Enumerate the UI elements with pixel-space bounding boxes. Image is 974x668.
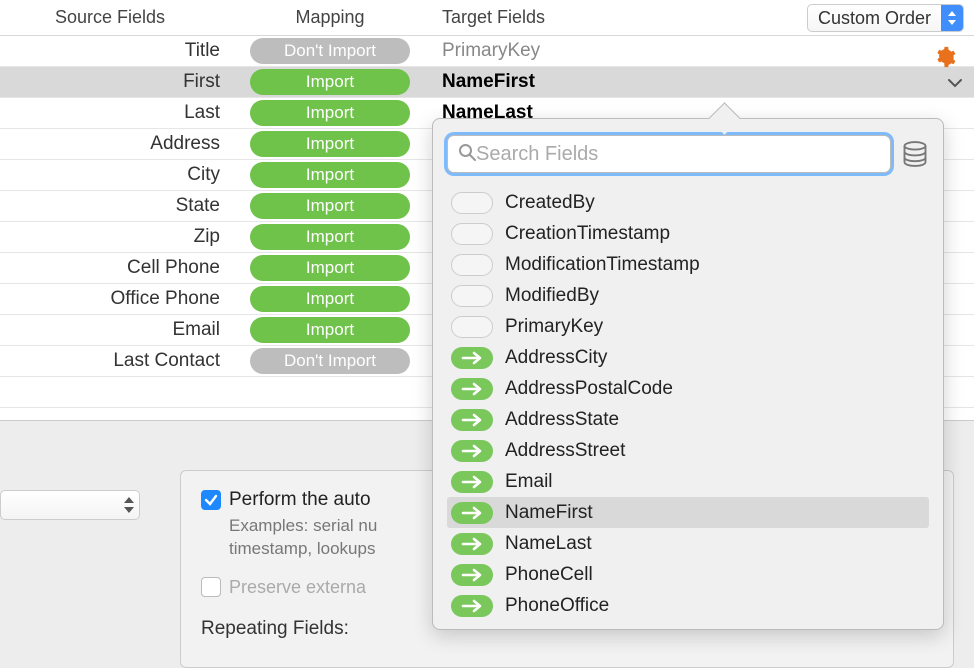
source-field-label: Last Contact [0, 350, 230, 372]
search-fields-box[interactable] [447, 135, 891, 173]
dont-import-pill[interactable]: Don't Import [250, 38, 410, 64]
auto-enter-checkbox[interactable] [201, 490, 221, 510]
field-list-item[interactable]: AddressCity [447, 342, 929, 373]
field-item-label: PhoneOffice [505, 595, 609, 617]
import-pill[interactable]: Import [250, 224, 410, 250]
unmapped-pill-icon [451, 192, 493, 214]
preserve-external-label: Preserve externa [229, 577, 366, 598]
field-item-label: PhoneCell [505, 564, 593, 586]
target-field-popover: CreatedBy CreationTimestamp ModificationTi… [432, 118, 944, 630]
mapped-arrow-icon [451, 347, 493, 369]
field-item-label: AddressPostalCode [505, 378, 673, 400]
unmapped-pill-icon [451, 316, 493, 338]
left-dropdown[interactable] [0, 490, 140, 520]
field-item-label: PrimaryKey [505, 316, 603, 338]
mapping-row[interactable]: Title Don't Import PrimaryKey [0, 36, 974, 67]
source-field-label: Address [0, 133, 230, 155]
field-item-label: CreatedBy [505, 192, 595, 214]
field-list-item[interactable]: PhoneOffice [447, 590, 929, 621]
field-item-label: ModificationTimestamp [505, 254, 700, 276]
field-list-item[interactable]: AddressState [447, 404, 929, 435]
import-pill[interactable]: Import [250, 162, 410, 188]
source-field-label: First [0, 71, 230, 93]
source-field-label: City [0, 164, 230, 186]
chevron-down-icon [948, 72, 962, 93]
unmapped-pill-icon [451, 285, 493, 307]
search-input[interactable] [476, 143, 880, 166]
field-list-item[interactable]: ModificationTimestamp [447, 249, 929, 280]
header-mapping: Mapping [230, 7, 430, 28]
mapped-arrow-icon [451, 409, 493, 431]
field-list-item[interactable]: NameLast [447, 528, 929, 559]
source-field-label: Cell Phone [0, 257, 230, 279]
target-field-label: NameFirst [442, 71, 535, 93]
field-item-label: Email [505, 471, 553, 493]
import-pill[interactable]: Import [250, 317, 410, 343]
field-list-item[interactable]: PrimaryKey [447, 311, 929, 342]
mapped-arrow-icon [451, 471, 493, 493]
field-list-item[interactable]: PhoneCell [447, 559, 929, 590]
mapped-arrow-icon [451, 502, 493, 524]
field-list-item[interactable]: CreatedBy [447, 187, 929, 218]
mapped-arrow-icon [451, 378, 493, 400]
source-field-label: Office Phone [0, 288, 230, 310]
field-list-item[interactable]: CreationTimestamp [447, 218, 929, 249]
repeating-fields-label: Repeating Fields: [201, 618, 349, 640]
mapped-arrow-icon [451, 440, 493, 462]
field-item-label: ModifiedBy [505, 285, 599, 307]
mapped-arrow-icon [451, 595, 493, 617]
order-select[interactable]: Custom Order [807, 4, 964, 32]
field-item-label: AddressCity [505, 347, 607, 369]
auto-enter-label: Perform the auto [229, 489, 371, 511]
source-field-label: Title [0, 40, 230, 62]
gear-icon[interactable] [934, 46, 956, 68]
target-field-label: PrimaryKey [442, 40, 540, 62]
import-pill[interactable]: Import [250, 255, 410, 281]
import-pill[interactable]: Import [250, 69, 410, 95]
field-list-item[interactable]: AddressStreet [447, 435, 929, 466]
field-list-item[interactable]: ModifiedBy [447, 280, 929, 311]
field-list-item[interactable]: AddressPostalCode [447, 373, 929, 404]
mapped-arrow-icon [451, 564, 493, 586]
field-item-label: NameFirst [505, 502, 593, 524]
field-item-label: NameLast [505, 533, 592, 555]
mapped-arrow-icon [451, 533, 493, 555]
import-pill[interactable]: Import [250, 100, 410, 126]
source-field-label: Zip [0, 226, 230, 248]
source-field-label: Last [0, 102, 230, 124]
field-list-item[interactable]: Email [447, 466, 929, 497]
combobox-arrows-icon [941, 5, 963, 31]
field-item-label: AddressStreet [505, 440, 625, 462]
database-icon[interactable] [901, 140, 929, 168]
source-field-label: State [0, 195, 230, 217]
source-field-label: Email [0, 319, 230, 341]
mapping-row[interactable]: First Import NameFirst [0, 67, 974, 98]
dont-import-pill[interactable]: Don't Import [250, 348, 410, 374]
order-select-label: Custom Order [808, 6, 941, 31]
header-source-fields: Source Fields [0, 7, 230, 28]
target-field-cell[interactable]: NameFirst [430, 71, 974, 93]
stepper-arrows-icon [123, 496, 135, 514]
unmapped-pill-icon [451, 223, 493, 245]
import-pill[interactable]: Import [250, 193, 410, 219]
search-icon [458, 143, 476, 166]
field-item-label: CreationTimestamp [505, 223, 670, 245]
target-field-cell[interactable]: PrimaryKey [430, 40, 974, 62]
import-pill[interactable]: Import [250, 131, 410, 157]
field-item-label: AddressState [505, 409, 619, 431]
preserve-external-checkbox [201, 577, 221, 597]
unmapped-pill-icon [451, 254, 493, 276]
field-list-item[interactable]: NameFirst [447, 497, 929, 528]
field-list: CreatedBy CreationTimestamp ModificationTi… [447, 187, 929, 621]
import-pill[interactable]: Import [250, 286, 410, 312]
